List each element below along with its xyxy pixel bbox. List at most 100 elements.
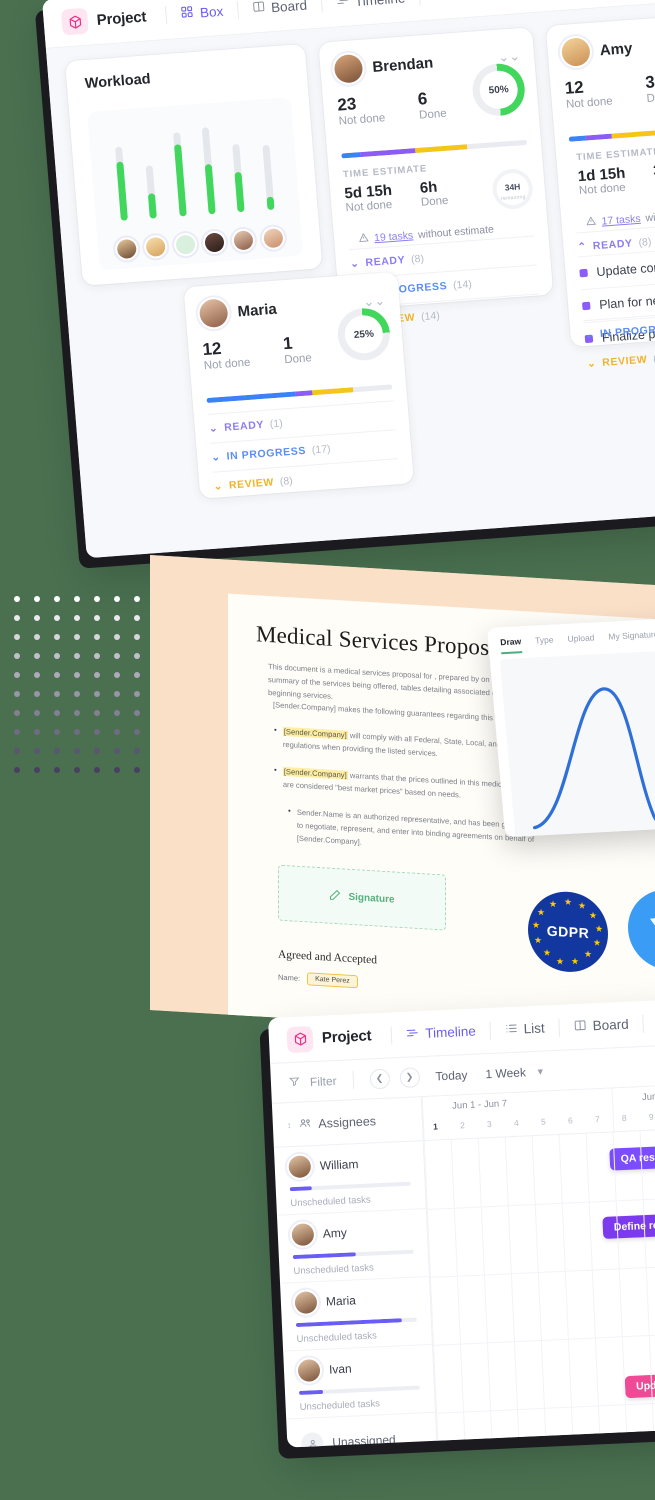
stat-value: 6	[417, 89, 429, 109]
unassigned-row[interactable]: Unassigned	[286, 1413, 437, 1448]
tab-board[interactable]: Board	[241, 0, 318, 23]
segment	[611, 126, 655, 139]
grid-line	[477, 1138, 493, 1439]
agreed-heading: Agreed and Accepted	[278, 948, 377, 967]
assignee-rows: William Unscheduled tasks Amy Unscheduled t…	[273, 1141, 436, 1420]
progress-percent: 50%	[488, 83, 510, 97]
chevron-down-icon: ⌄	[349, 257, 361, 271]
assignees-header[interactable]: ↕ Assignees	[271, 1097, 423, 1148]
timeline-task-bar[interactable]: Define requirements	[602, 1211, 655, 1240]
tab-list[interactable]: List	[494, 1014, 555, 1045]
signature-drop-area[interactable]: Signature	[278, 864, 446, 931]
stat-label: Done	[418, 107, 448, 122]
member-card-brendan: Brendan ⌄⌄ 23 Not done 6 Done 50% TIME E…	[318, 27, 554, 336]
missing-estimate-link[interactable]: 19 tasks	[374, 229, 414, 244]
status-count: (14)	[452, 278, 473, 292]
tab-board[interactable]: Board	[563, 1010, 639, 1041]
merge-field: [Sender.Company]	[282, 726, 348, 740]
progress-fill	[292, 1252, 356, 1260]
assignee-row: Maria Unscheduled tasks	[280, 1276, 432, 1352]
name-value[interactable]: Kate Perez	[307, 972, 358, 989]
dot	[54, 748, 60, 754]
segment	[585, 133, 612, 141]
tab-label: Timeline	[424, 1023, 477, 1041]
unscheduled-label: Unscheduled tasks	[293, 1262, 374, 1278]
board-canvas: Workload Brendan ⌄⌄ 23 Not done 6 Done 5…	[45, 0, 655, 559]
segment	[568, 135, 586, 142]
dot	[94, 767, 100, 773]
avatar	[291, 1223, 315, 1247]
chevron-down-icon[interactable]: ▼	[536, 1066, 545, 1076]
tab-doc[interactable]: Doc	[423, 0, 488, 10]
missing-estimate-link[interactable]: 17 tasks	[601, 213, 641, 228]
filter-label[interactable]: Filter	[310, 1073, 337, 1088]
dot	[54, 691, 60, 697]
tab-type[interactable]: Type	[535, 635, 555, 653]
dot	[14, 596, 20, 602]
timeline-icon	[335, 0, 349, 10]
workload-bar	[201, 119, 216, 215]
dot	[34, 767, 40, 773]
grid-line	[531, 1136, 547, 1436]
timeline-window: Project Timeline List Board Filter ❮ ❯ T…	[268, 988, 655, 1448]
avatar	[116, 238, 138, 260]
bar-fill	[266, 196, 275, 211]
tab-timeline[interactable]: Timeline	[325, 0, 417, 17]
bar-fill	[204, 163, 216, 215]
stat-done: 3 Done	[644, 71, 655, 104]
tab-my-signature[interactable]: My Signature	[608, 629, 655, 649]
next-period-button[interactable]: ❯	[399, 1066, 420, 1088]
avatar	[198, 298, 229, 329]
assignee-name: Amy	[322, 1225, 348, 1241]
status-label: REVIEW	[228, 476, 275, 492]
workload-chart	[87, 97, 304, 271]
tab-label: List	[523, 1020, 546, 1037]
signature-canvas[interactable]	[499, 647, 655, 837]
brand-name: Project	[321, 1027, 372, 1047]
tab-upload[interactable]: Upload	[567, 632, 595, 650]
day-label: 7	[594, 1114, 600, 1125]
status-count: (8)	[638, 236, 652, 249]
tab-doc[interactable]: Doc	[647, 1006, 655, 1037]
dot	[134, 748, 140, 754]
progress-bar	[295, 1317, 417, 1328]
tab-timeline[interactable]: Timeline	[396, 1017, 487, 1049]
dot	[54, 729, 60, 735]
avatar	[262, 228, 284, 249]
remaining-donut: 34H remaining	[491, 167, 535, 211]
brand: Project	[286, 1022, 388, 1053]
bar-track	[172, 132, 187, 217]
dot	[114, 596, 120, 602]
tab-whiteboard[interactable]: Whiteboard	[495, 0, 605, 5]
merge-field: [Sender.Company]	[282, 766, 348, 780]
dot	[94, 653, 100, 659]
bar-fill	[234, 171, 246, 213]
dot	[34, 615, 40, 621]
pen-icon	[329, 888, 341, 904]
divider	[418, 0, 421, 6]
status-segments	[568, 123, 655, 142]
tab-box[interactable]: Box	[170, 0, 234, 29]
workload-bars	[102, 114, 285, 222]
status-dot	[581, 301, 591, 311]
day-label: 6	[567, 1115, 573, 1126]
workload-board-window: Project Box Board Workload Brendan ⌄⌄ 23…	[42, 0, 655, 559]
stat-label: Done	[283, 351, 313, 366]
today-button[interactable]: Today	[435, 1068, 468, 1083]
dot	[134, 653, 140, 659]
chevron-down-icon: ⌄	[586, 357, 597, 371]
tab-draw[interactable]: Draw	[499, 636, 523, 655]
dot	[14, 748, 20, 754]
workload-bar	[230, 117, 246, 213]
range-selector[interactable]: 1 Week	[485, 1065, 526, 1081]
timeline-left-column: ↕ Assignees William Unscheduled tasks Amy U…	[271, 1097, 438, 1448]
tab-label: Board	[592, 1016, 630, 1034]
segment	[352, 384, 393, 393]
stat-label: Not done	[203, 356, 251, 372]
grid-line	[558, 1134, 574, 1435]
status-label: READY	[365, 254, 406, 269]
dot	[54, 634, 60, 640]
document-title: Medical Services Proposal	[256, 621, 507, 662]
timeline-task-bar[interactable]: QA responsive breakpoints⌚ 30h	[609, 1140, 655, 1171]
prev-period-button[interactable]: ❮	[369, 1068, 390, 1089]
